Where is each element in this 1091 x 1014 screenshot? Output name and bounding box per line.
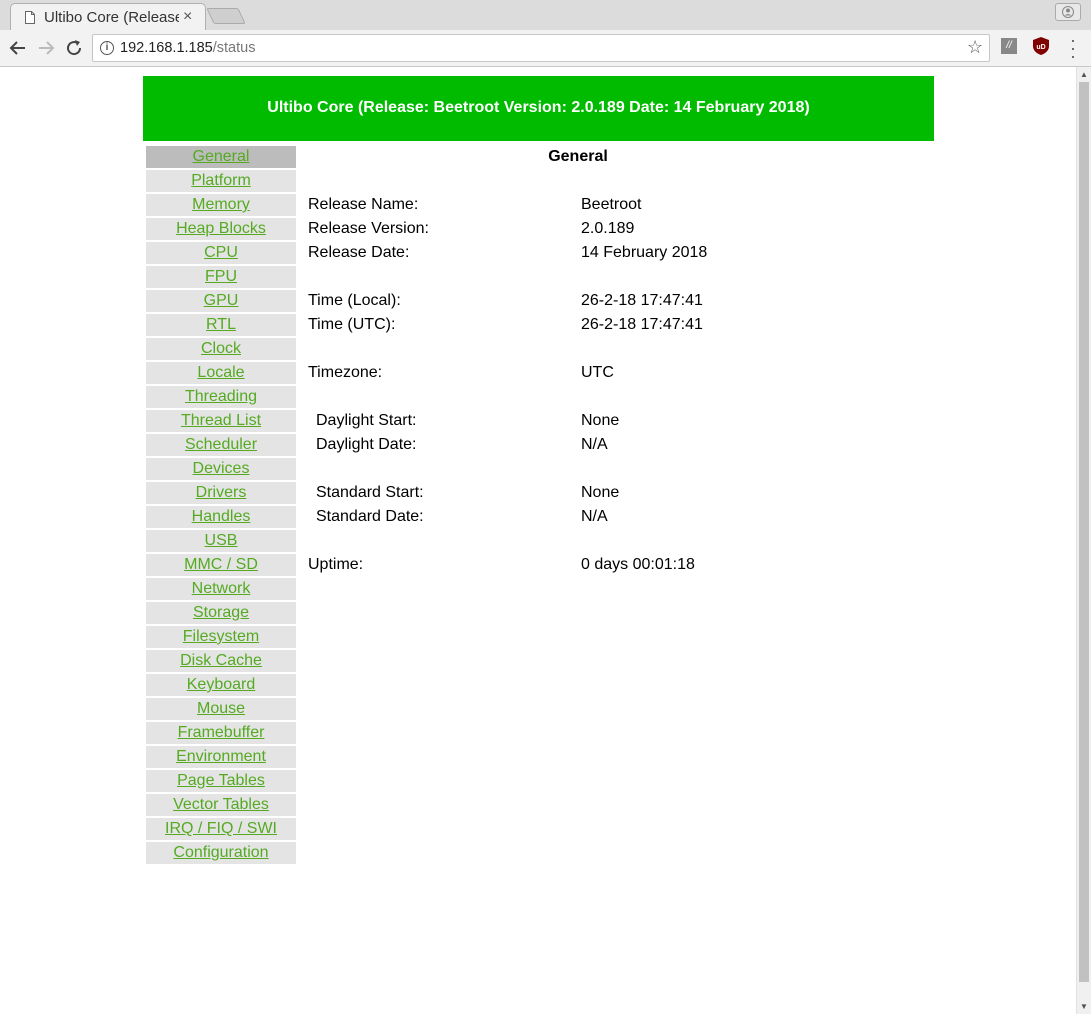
info-row: Release Version: 2.0.189 [308, 218, 848, 242]
tab-strip: Ultibo Core (Release: Beetroot Version: … [0, 0, 1091, 30]
sidebar-item-locale[interactable]: Locale [146, 362, 296, 384]
sidebar-item-framebuffer[interactable]: Framebuffer [146, 722, 296, 744]
info-row: Daylight Start: None [308, 410, 848, 434]
sidebar-item-storage[interactable]: Storage [146, 602, 296, 624]
forward-arrow-icon[interactable] [34, 36, 58, 60]
info-value: None [581, 484, 620, 501]
url-text[interactable]: 192.168.1.185/status [120, 40, 255, 56]
info-icon[interactable]: i [100, 41, 114, 55]
sidebar-item-gpu[interactable]: GPU [146, 290, 296, 312]
browser-chrome: Ultibo Core (Release: Beetroot Version: … [0, 0, 1091, 67]
info-row: Time (UTC): 26-2-18 17:47:41 [308, 314, 848, 338]
sidebar-item-cpu[interactable]: CPU [146, 242, 296, 264]
page-header-banner: Ultibo Core (Release: Beetroot Version: … [143, 76, 934, 141]
info-row: Release Name: Beetroot [308, 194, 848, 218]
new-tab-button[interactable] [206, 8, 246, 24]
scrollbar-thumb[interactable] [1079, 82, 1089, 982]
info-label: Daylight Date: [316, 436, 417, 453]
sidebar-item-filesystem[interactable]: Filesystem [146, 626, 296, 648]
sidebar-item-scheduler[interactable]: Scheduler [146, 434, 296, 456]
extension-icon[interactable]: // [1001, 38, 1017, 54]
person-icon [1062, 6, 1074, 18]
sidebar-item-disk-cache[interactable]: Disk Cache [146, 650, 296, 672]
address-bar[interactable]: i 192.168.1.185/status ☆ [92, 34, 990, 62]
info-label: Standard Start: [316, 484, 424, 501]
info-label: Time (UTC): [308, 316, 396, 333]
vertical-scrollbar[interactable]: ▲ ▼ [1076, 67, 1091, 1014]
sidebar-item-thread-list[interactable]: Thread List [146, 410, 296, 432]
tab-title: Ultibo Core (Release: Beetroot Version: … [44, 9, 179, 26]
info-row: Standard Date: N/A [308, 506, 848, 530]
scroll-down-arrow-icon[interactable]: ▼ [1080, 1002, 1088, 1011]
info-label: Daylight Start: [316, 412, 417, 429]
info-label: Release Name: [308, 196, 419, 213]
sidebar-item-threading[interactable]: Threading [146, 386, 296, 408]
browser-toolbar: i 192.168.1.185/status ☆ // uD · · · [0, 30, 1091, 66]
browser-tab[interactable]: Ultibo Core (Release: Beetroot Version: … [10, 3, 206, 30]
sidebar-item-configuration[interactable]: Configuration [146, 842, 296, 864]
info-label: Release Date: [308, 244, 410, 261]
info-row: Time (Local): 26-2-18 17:47:41 [308, 290, 848, 314]
info-row: Uptime: 0 days 00:01:18 [308, 554, 848, 578]
svg-text:uD: uD [1036, 44, 1045, 51]
info-label: Timezone: [308, 364, 383, 381]
info-row: Standard Start: None [308, 482, 848, 506]
info-label: Uptime: [308, 556, 364, 573]
menu-kebab-icon[interactable]: · · · [1067, 31, 1079, 65]
info-value: N/A [581, 436, 608, 453]
profile-button[interactable] [1055, 3, 1081, 21]
scroll-up-arrow-icon[interactable]: ▲ [1080, 70, 1088, 79]
sidebar-item-network[interactable]: Network [146, 578, 296, 600]
sidebar-item-rtl[interactable]: RTL [146, 314, 296, 336]
info-row: Daylight Date: N/A [308, 434, 848, 458]
sidebar-item-vector-tables[interactable]: Vector Tables [146, 794, 296, 816]
ublock-shield-icon[interactable]: uD [1032, 36, 1050, 56]
info-value: 26-2-18 17:47:41 [581, 316, 703, 333]
close-tab-icon[interactable]: × [183, 8, 192, 26]
info-value: None [581, 412, 620, 429]
sidebar-item-page-tables[interactable]: Page Tables [146, 770, 296, 792]
status-nav-sidebar: General Platform Memory Heap Blocks CPU FPU GP… [146, 146, 296, 866]
sidebar-item-general[interactable]: General [146, 146, 296, 168]
document-icon [25, 11, 35, 24]
sidebar-item-mouse[interactable]: Mouse [146, 698, 296, 720]
reload-icon[interactable] [62, 36, 86, 60]
sidebar-item-handles[interactable]: Handles [146, 506, 296, 528]
sidebar-item-heap-blocks[interactable]: Heap Blocks [146, 218, 296, 240]
sidebar-item-clock[interactable]: Clock [146, 338, 296, 360]
back-arrow-icon[interactable] [6, 36, 30, 60]
page-title: General [548, 148, 608, 165]
info-label: Standard Date: [316, 508, 424, 525]
sidebar-item-keyboard[interactable]: Keyboard [146, 674, 296, 696]
sidebar-item-drivers[interactable]: Drivers [146, 482, 296, 504]
info-value: N/A [581, 508, 608, 525]
page-viewport: Ultibo Core (Release: Beetroot Version: … [0, 67, 1076, 1014]
sidebar-item-environment[interactable]: Environment [146, 746, 296, 768]
bookmark-star-icon[interactable]: ☆ [967, 37, 983, 58]
sidebar-item-platform[interactable]: Platform [146, 170, 296, 192]
info-label: Time (Local): [308, 292, 401, 309]
info-row: Timezone: UTC [308, 362, 848, 386]
sidebar-item-devices[interactable]: Devices [146, 458, 296, 480]
sidebar-item-memory[interactable]: Memory [146, 194, 296, 216]
info-value: 0 days 00:01:18 [581, 556, 695, 573]
info-row: Release Date: 14 February 2018 [308, 242, 848, 266]
info-label: Release Version: [308, 220, 429, 237]
sidebar-item-fpu[interactable]: FPU [146, 266, 296, 288]
info-value: 2.0.189 [581, 220, 635, 237]
sidebar-item-irq-fiq-swi[interactable]: IRQ / FIQ / SWI [146, 818, 296, 840]
info-value: Beetroot [581, 196, 642, 213]
sidebar-item-mmc-sd[interactable]: MMC / SD [146, 554, 296, 576]
sidebar-item-usb[interactable]: USB [146, 530, 296, 552]
info-value: 26-2-18 17:47:41 [581, 292, 703, 309]
info-value: 14 February 2018 [581, 244, 708, 261]
info-value: UTC [581, 364, 614, 381]
